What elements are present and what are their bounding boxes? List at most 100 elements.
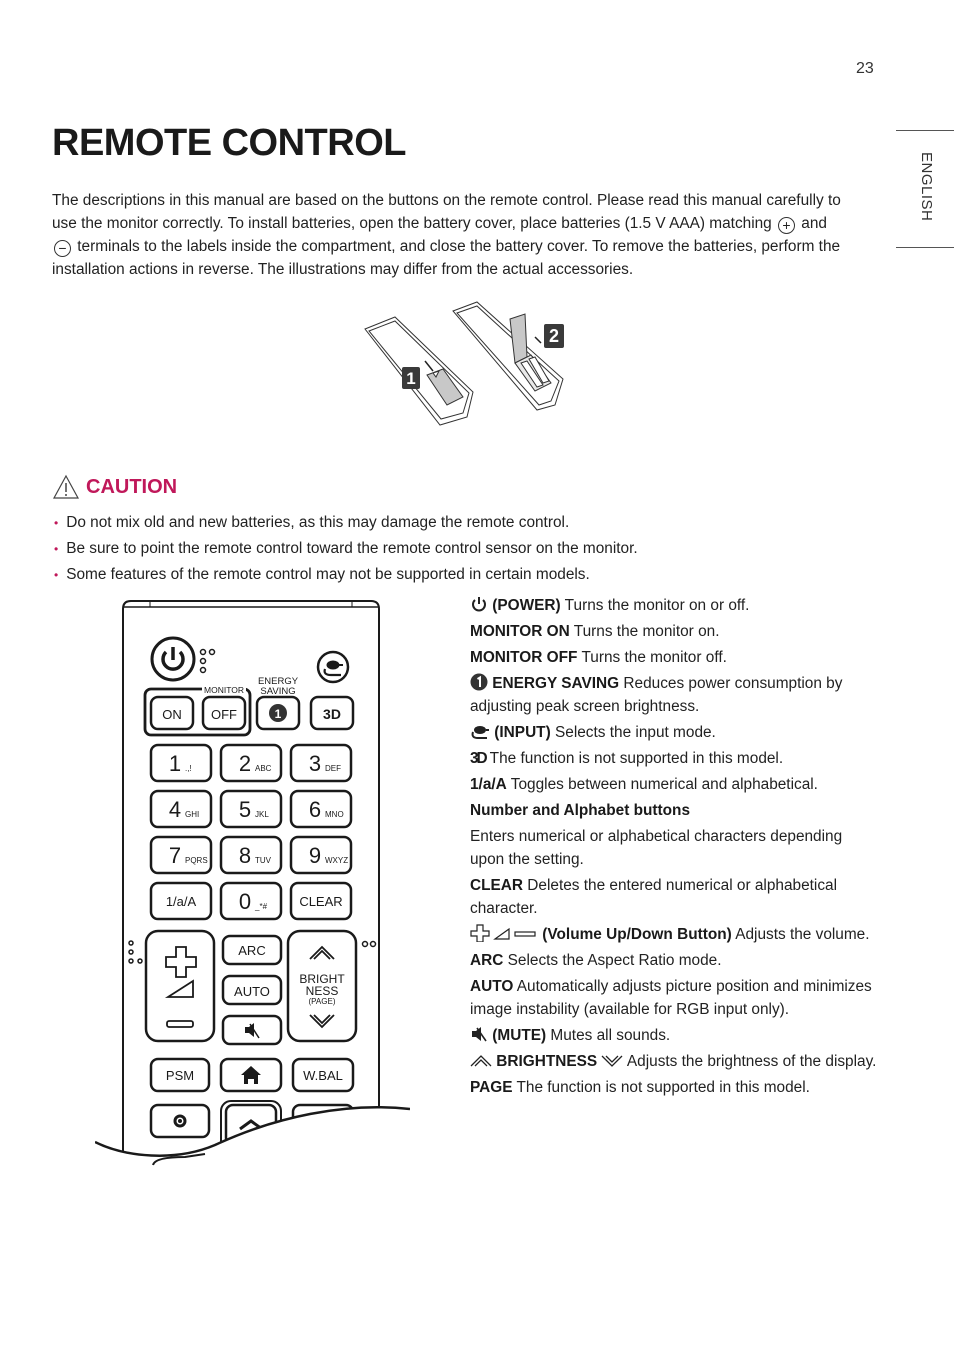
- key-1-letters: .,!: [185, 764, 192, 773]
- plus-terminal-icon: +: [778, 217, 796, 234]
- side-tab-top-rule: [896, 130, 954, 131]
- svg-text:NESS: NESS: [306, 984, 339, 998]
- brightness-up-icon: [470, 1054, 492, 1066]
- desc-mode: 1/a/A Toggles between numerical and alph…: [470, 771, 880, 797]
- step-2-label: 2: [549, 326, 559, 346]
- mode-text: Toggles between numerical and alphabetic…: [506, 775, 818, 793]
- caution-item-text: Be sure to point the remote control towa…: [66, 540, 638, 557]
- caution-item-text: Do not mix old and new batteries, as thi…: [66, 514, 570, 531]
- svg-text:W.BAL: W.BAL: [303, 1068, 343, 1083]
- 3d-label: 3D: [323, 706, 341, 722]
- caution-heading: CAUTION: [52, 474, 177, 500]
- arc-label: ARC: [470, 951, 504, 969]
- monitor-on-text: Turns the monitor on.: [569, 622, 720, 640]
- intro-text-1: The descriptions in this manual are base…: [52, 192, 841, 232]
- arc-label: ARC: [238, 943, 265, 958]
- mute-icon: [472, 1026, 487, 1041]
- battery-installation-illustration: 1 2: [364, 301, 564, 426]
- volume-label: (Volume Up/Down Button): [542, 925, 732, 943]
- remote-control-illustration: MONITOR ON OFF ENERGY SAVING 1 3D 1.,! 2 A…: [95, 600, 410, 1166]
- intro-text-2: and: [797, 215, 827, 232]
- key-2-letters: ABC: [255, 764, 272, 773]
- bullet-icon: •: [54, 542, 59, 556]
- clear-label: CLEAR: [470, 876, 524, 894]
- desc-monitor-on: MONITOR ON Turns the monitor on.: [470, 618, 880, 644]
- energy-saving-label-2: SAVING: [260, 686, 295, 697]
- key-8-letters: TUV: [255, 856, 272, 865]
- clear-button-label: CLEAR: [299, 894, 342, 909]
- desc-mute: (MUTE) Mutes all sounds.: [470, 1022, 880, 1048]
- button-descriptions: (POWER) Turns the monitor on or off. MON…: [470, 592, 880, 1100]
- svg-text:1: 1: [275, 707, 282, 721]
- auto-text: Automatically adjusts picture position a…: [470, 977, 872, 1018]
- power-button: [150, 636, 196, 682]
- mute-text: Mutes all sounds.: [546, 1026, 671, 1044]
- key-7-digit: 7: [169, 843, 181, 868]
- caution-item: • Do not mix old and new batteries, as th…: [52, 510, 638, 536]
- desc-brightness: BRIGHTNESS Adjusts the brightness of the…: [470, 1048, 880, 1074]
- language-tab: ENGLISH: [918, 152, 935, 222]
- input-button: [316, 650, 350, 684]
- side-tab-bottom-rule: [896, 247, 954, 248]
- desc-numbers: Enters numerical or alphabetical charact…: [470, 823, 880, 872]
- key-0-digit: 0: [239, 889, 251, 914]
- monitor-label: MONITOR: [204, 685, 244, 695]
- desc-page: PAGE The function is not supported in th…: [470, 1074, 880, 1100]
- energy-saving-label: ENERGY SAVING: [492, 674, 620, 692]
- page-title: REMOTE CONTROL: [52, 122, 406, 164]
- key-4-digit: 4: [169, 797, 181, 822]
- bullet-icon: •: [54, 516, 59, 530]
- volume-down-icon: [514, 930, 536, 937]
- mute-label: (MUTE): [492, 1026, 547, 1044]
- key-4-letters: GHI: [185, 810, 199, 819]
- monitor-on-label: ON: [162, 707, 182, 722]
- desc-power: (POWER) Turns the monitor on or off.: [470, 592, 880, 618]
- caution-title: CAUTION: [86, 475, 178, 498]
- volume-triangle-icon: [493, 927, 510, 940]
- monitor-off-label: OFF: [211, 707, 237, 722]
- mode-toggle-button-label: 1/a/A: [166, 894, 197, 909]
- arc-text: Selects the Aspect Ratio mode.: [503, 951, 722, 969]
- page-number: 23: [856, 60, 874, 77]
- auto-label: AUTO: [470, 977, 514, 995]
- key-9-letters: WXYZ: [325, 856, 348, 865]
- 3d-icon: 3D: [470, 749, 488, 767]
- 3d-text: The function is not supported in this mo…: [485, 749, 784, 767]
- mode-label: 1/a/A: [470, 775, 507, 793]
- caution-item: • Some features of the remote control may…: [52, 562, 638, 588]
- key-3-digit: 3: [309, 751, 321, 776]
- key-3-letters: DEF: [325, 764, 341, 773]
- bullet-icon: •: [54, 568, 59, 582]
- key-5-digit: 5: [239, 797, 251, 822]
- warning-triangle-icon: [52, 474, 80, 499]
- monitor-on-label: MONITOR ON: [470, 622, 570, 640]
- brightness-down-icon: [602, 1055, 623, 1067]
- power-text: Turns the monitor on or off.: [560, 596, 750, 614]
- page-label: PAGE: [470, 1078, 513, 1096]
- power-label: (POWER): [492, 596, 561, 614]
- volume-icons: [470, 923, 536, 942]
- step-1-label: 1: [406, 369, 415, 388]
- svg-text:(PAGE): (PAGE): [309, 997, 336, 1006]
- input-text: Selects the input mode.: [550, 723, 716, 741]
- energy-saving-icon: [470, 673, 488, 690]
- desc-numbers-heading: Number and Alphabet buttons: [470, 797, 880, 823]
- svg-text:PSM: PSM: [166, 1068, 194, 1083]
- key-9-digit: 9: [309, 843, 321, 868]
- minus-terminal-icon: −: [54, 240, 71, 257]
- monitor-off-text: Turns the monitor off.: [577, 648, 727, 666]
- brightness-label: BRIGHTNESS: [496, 1052, 598, 1070]
- desc-3d: 3D The function is not supported in this…: [470, 745, 880, 771]
- monitor-off-label: MONITOR OFF: [470, 648, 578, 666]
- intro-paragraph: The descriptions in this manual are base…: [52, 189, 862, 281]
- input-icon: [471, 725, 489, 739]
- page-text: The function is not supported in this mo…: [512, 1078, 810, 1096]
- desc-energy-saving: ENERGY SAVING Reduces power consumption …: [470, 670, 880, 719]
- volume-text: Adjusts the volume.: [731, 925, 870, 943]
- key-6-letters: MNO: [325, 810, 344, 819]
- key-5-letters: JKL: [255, 810, 269, 819]
- input-label: (INPUT): [494, 723, 551, 741]
- key-0-letters: _*#: [254, 902, 268, 911]
- key-7-letters: PQRS: [185, 856, 208, 865]
- key-6-digit: 6: [309, 797, 321, 822]
